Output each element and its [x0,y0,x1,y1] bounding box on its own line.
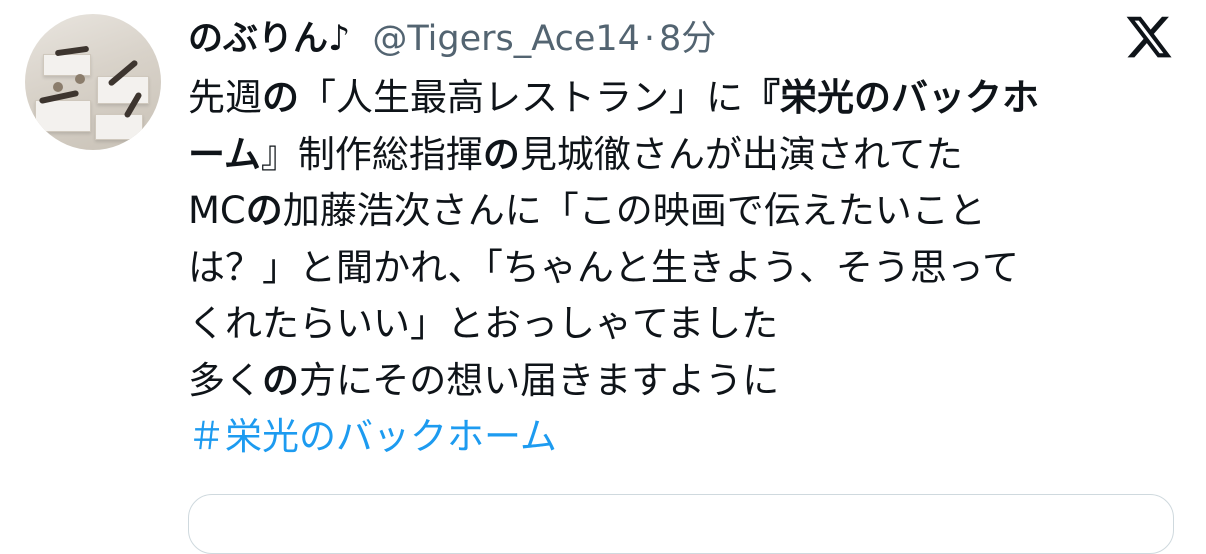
avatar-photo-display-case [97,76,149,104]
text-segment: 先週 [188,76,262,119]
tweet-text-line: 多くの方にその想い届きますように [188,353,1178,410]
text-segment: 「人生最高レストラン」に [299,76,743,119]
text-segment-bold: 『栄光のバックホ [743,76,1039,119]
text-segment: 方にその想い届きますように [299,358,780,402]
text-segment-bold: の [245,189,283,232]
tweet-text-line: ーム』制作総指揮の見城徹さんが出演されてた [188,127,1178,184]
tweet-text-line: くれたらいい」とおっしゃてました [188,302,779,345]
avatar-photo-display-case [35,100,91,132]
media-card[interactable] [188,494,1174,554]
text-segment: 多く [188,358,262,402]
tweet: のぶりん♪ @Tigers_Ace14 · 8分 先週の「人生最高レストラン」に… [0,0,1206,554]
avatar[interactable] [25,14,161,150]
tweet-text: 先週の「人生最高レストラン」に『栄光のバックホ ーム』制作総指揮の見城徹さんが出… [188,70,1178,466]
text-segment-bold: の [262,358,299,402]
text-segment: 見城徹さんが出演されてた [519,132,963,176]
text-segment-bold: の [482,132,520,176]
text-segment: 加藤浩次さんに「この映画で伝えたいこと [282,189,986,232]
user-handle[interactable]: @Tigers_Ace14 [372,19,640,59]
x-logo-icon[interactable] [1124,12,1174,62]
text-segment: MC [188,189,246,232]
text-segment-bold: ーム [188,132,261,176]
timestamp[interactable]: 8分 [659,10,716,61]
avatar-photo-display-case [95,114,143,140]
tweet-text-line: は？」と聞かれ、「ちゃんと生きよう、そう思って [188,245,1020,289]
tweet-text-line: MCの加藤浩次さんに「この映画で伝えたいこと [188,183,1178,240]
avatar-photo-display-case [43,54,91,76]
avatar-photo-ball [75,74,85,84]
tweet-header: のぶりん♪ @Tigers_Ace14 · 8分 [188,10,716,60]
text-segment-bold: の [262,76,299,119]
text-segment: 』制作総指揮 [260,132,483,176]
hashtag-link[interactable]: ＃栄光のバックホーム [188,409,1178,466]
tweet-text-line: 先週の「人生最高レストラン」に『栄光のバックホ [188,70,1178,127]
display-name[interactable]: のぶりん♪ [188,10,350,61]
avatar-photo-ball [53,82,63,92]
separator-dot: · [643,19,656,59]
